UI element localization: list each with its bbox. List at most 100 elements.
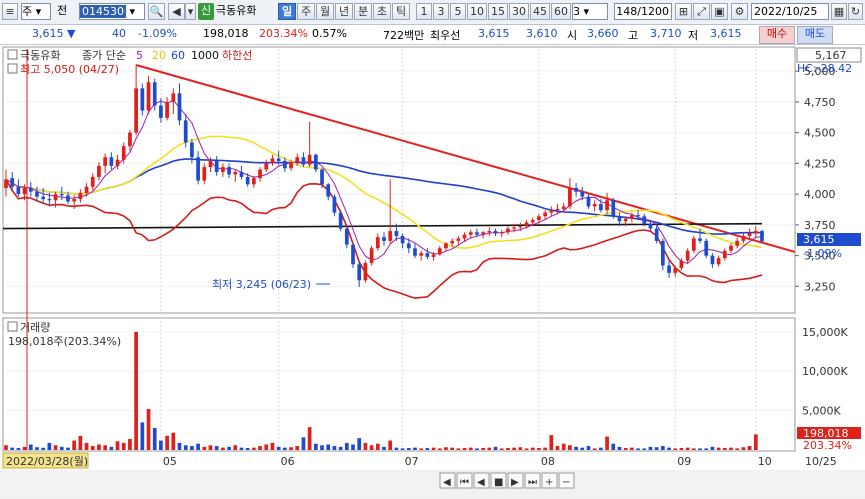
candle-body xyxy=(10,178,15,187)
interval-input[interactable]: 3 ▾ xyxy=(572,3,608,20)
volume-bar xyxy=(28,444,33,450)
price-tick-label: 4,750 xyxy=(804,96,836,109)
volume-bar xyxy=(437,448,442,450)
candle-body xyxy=(295,157,300,163)
volume-bar xyxy=(4,445,8,450)
volume-bar xyxy=(59,446,64,450)
calendar-icon[interactable]: ▦ xyxy=(831,3,847,20)
refresh-icon[interactable]: ↻ xyxy=(848,3,863,20)
timeframe-button-5[interactable]: 초 xyxy=(373,3,391,20)
price-tick-label: 4,000 xyxy=(804,188,836,201)
candle-body xyxy=(468,232,473,235)
volume-bar xyxy=(357,438,362,450)
candle-body xyxy=(344,228,349,245)
volume-bar xyxy=(72,440,77,450)
volume-bar xyxy=(326,444,331,450)
mode-value: 주 xyxy=(22,5,33,18)
best-bid: 3,610 xyxy=(526,27,558,40)
volume-bar xyxy=(375,443,380,450)
volume-bar xyxy=(431,447,436,450)
timeframe-button-4[interactable]: 분 xyxy=(354,3,372,20)
candle-body xyxy=(121,146,126,160)
timeframe-button-3[interactable]: 년 xyxy=(335,3,353,20)
date-field[interactable]: 2022/10/25 xyxy=(751,3,829,20)
candle-body xyxy=(59,194,64,196)
candle-body xyxy=(660,240,665,266)
volume-bar xyxy=(679,448,684,450)
candle-body xyxy=(128,132,132,147)
scroll-button-glyph: ■ xyxy=(494,477,503,488)
candle-body xyxy=(140,88,145,111)
volume-bar xyxy=(171,432,176,450)
interval-button-1[interactable]: 1 xyxy=(416,3,432,20)
interval-button-45[interactable]: 45 xyxy=(530,3,550,20)
open-label: 시 xyxy=(567,29,578,42)
low-value: 3,615 xyxy=(710,27,742,40)
volume-bar xyxy=(134,331,138,450)
volume-bar xyxy=(41,447,46,450)
volume-bar xyxy=(332,446,337,450)
fullscreen-icon[interactable]: ⤢ xyxy=(693,3,710,20)
top-value: 5,167 xyxy=(815,49,847,62)
candle-body xyxy=(4,179,8,188)
volume-bar xyxy=(190,446,194,450)
speaker-dropdown-icon[interactable]: ▾ xyxy=(185,3,196,20)
timeframe-button-1[interactable]: 주 xyxy=(297,3,315,20)
menu-icon[interactable]: ≡ xyxy=(2,3,18,20)
candle-body xyxy=(338,212,343,229)
interval-button-30[interactable]: 30 xyxy=(509,3,529,20)
volume-bar xyxy=(84,442,89,450)
gear-icon[interactable]: ⚙ xyxy=(731,3,748,20)
interval-button-3[interactable]: 3 xyxy=(433,3,449,20)
interval-button-15[interactable]: 15 xyxy=(488,3,508,20)
candle-body xyxy=(264,163,269,170)
buy-button[interactable]: 매수 xyxy=(759,26,795,44)
candle-body xyxy=(28,187,33,192)
current-pct: -1.09% xyxy=(803,247,842,260)
volume-bar xyxy=(753,434,758,450)
candle-body xyxy=(642,216,647,224)
candle-body xyxy=(233,172,238,175)
interval-button-60[interactable]: 60 xyxy=(551,3,571,20)
candle-body xyxy=(252,178,256,185)
price-chart[interactable]: 5,0004,7504,5004,2504,0003,7503,5003,250… xyxy=(0,45,865,496)
candle-body xyxy=(227,167,231,175)
interval-button-5[interactable]: 5 xyxy=(450,3,466,20)
legend-ma-label: 종가 단순 xyxy=(82,49,126,62)
volume-bar xyxy=(741,447,746,450)
grid-icon[interactable]: ⊞ xyxy=(675,3,692,20)
timeframe-button-6[interactable]: 틱 xyxy=(392,3,410,20)
price-tick-label: 3,750 xyxy=(804,219,836,232)
volume-bar xyxy=(208,445,213,450)
candle-body xyxy=(691,238,696,251)
timeframe-button-0[interactable]: 일 xyxy=(278,3,296,20)
code-input[interactable]: 014530 ▾ xyxy=(79,3,145,20)
speaker-icon[interactable]: ◀ xyxy=(168,3,185,20)
volume-bar xyxy=(704,448,709,450)
volume-bar xyxy=(146,409,151,450)
timeframe-button-2[interactable]: 월 xyxy=(316,3,334,20)
candle-body xyxy=(320,169,324,185)
sell-button[interactable]: 매도 xyxy=(797,26,833,44)
volume-bar xyxy=(654,447,659,450)
volume-bar xyxy=(685,447,690,450)
candle-body xyxy=(375,237,380,249)
candle-body xyxy=(270,158,275,164)
volume-bar xyxy=(10,447,15,450)
candle-body xyxy=(214,160,219,173)
volume-bar xyxy=(605,436,609,450)
save-icon[interactable]: ▣ xyxy=(711,3,728,20)
volume-bar xyxy=(530,447,535,450)
volume-bar xyxy=(735,448,740,450)
chart-area[interactable]: 5,000 4,750 4,500 4,250 4,000 3,750 3,500 3,250… xyxy=(0,45,865,496)
volume-bar xyxy=(214,446,219,450)
high-value: 3,710 xyxy=(650,27,682,40)
interval-button-10[interactable]: 10 xyxy=(467,3,487,20)
search-icon[interactable]: 🔍 xyxy=(148,3,165,20)
counter-field[interactable]: 148/1200 xyxy=(614,3,672,20)
mode-select[interactable]: 주 ▾ xyxy=(21,3,51,20)
volume-bar xyxy=(623,448,628,450)
end-date: 10/25 xyxy=(805,455,837,468)
volume-bar xyxy=(320,445,324,450)
legend-ma20: 20 xyxy=(152,49,166,62)
